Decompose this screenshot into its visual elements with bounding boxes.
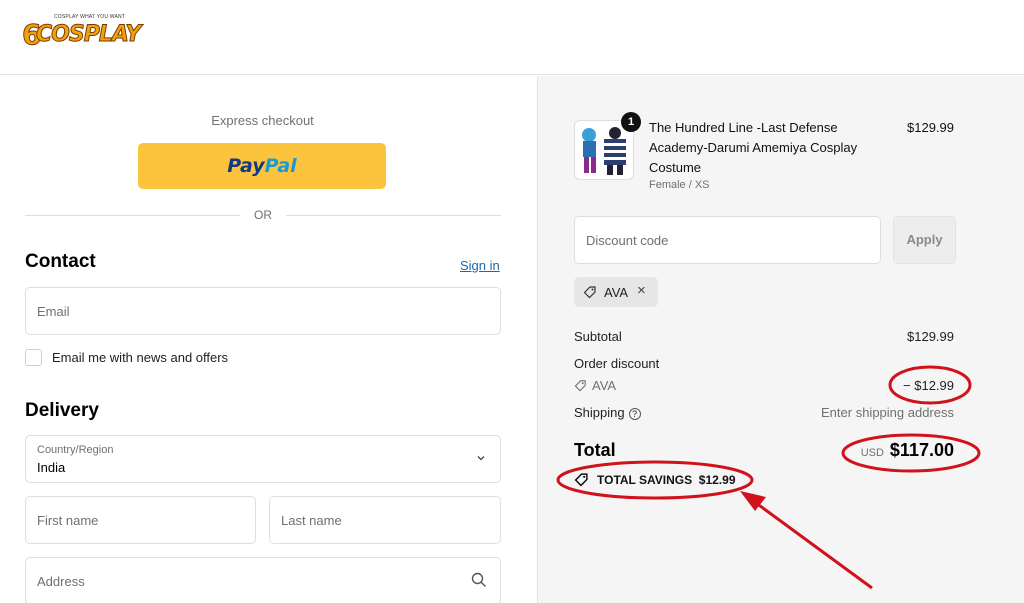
email-field[interactable]: Email [25,287,501,335]
divider-line [286,214,501,216]
tag-icon [574,473,588,487]
discount-placeholder: Discount code [586,233,669,248]
savings-text: TOTAL SAVINGS $12.99 [597,472,736,487]
applied-code-label: AVA [604,285,629,300]
tag-icon [574,380,586,392]
address-field[interactable]: Address [25,557,501,603]
last-name-field[interactable]: Last name [269,496,501,544]
logo-tagline: COSPLAY WHAT YOU WANT [54,14,126,20]
remove-code-icon[interactable]: × [637,282,646,299]
chevron-down-icon [476,452,486,466]
search-icon[interactable] [471,572,487,588]
site-header: 6 COSPLAY WHAT YOU WANT COSPLAY [0,0,1024,75]
apply-button[interactable]: Apply [893,216,956,264]
first-name-placeholder: First name [37,513,99,528]
order-discount-label: Order discount [574,356,660,371]
total-label: Total [574,440,616,460]
divider-line [25,214,240,216]
last-name-placeholder: Last name [281,513,342,528]
paypal-button[interactable]: Pay Pal [138,143,386,189]
order-summary-panel: 1 The Hundred Line -Last Defense Academy… [537,76,1024,603]
subtotal-value: $129.99 [907,329,954,344]
total-savings: TOTAL SAVINGS $12.99 [574,472,736,487]
total-amount: USD $117.00 [861,440,954,461]
site-logo[interactable]: 6 COSPLAY WHAT YOU WANT COSPLAY [21,14,141,54]
discount-code-input[interactable]: Discount code [574,216,881,264]
help-icon[interactable]: ? [628,408,641,420]
logo-wordmark: COSPLAY [35,22,141,48]
product-title: The Hundred Line -Last Defense Academy-D… [649,120,858,175]
shipping-value: Enter shipping address [821,405,954,420]
address-placeholder: Address [37,574,85,589]
shipping-row: Shipping? [574,405,641,420]
country-value: India [37,460,66,475]
shipping-label: Shipping [574,405,625,420]
email-placeholder: Email [37,304,70,319]
tag-icon [583,286,596,299]
first-name-field[interactable]: First name [25,496,256,544]
delivery-heading: Delivery [25,400,99,421]
paypal-logo-pay: Pay [227,155,265,177]
currency-code: USD [860,447,884,459]
or-label: OR [254,208,272,222]
newsletter-checkbox[interactable] [25,349,42,366]
discount-value: − $12.99 [903,378,954,393]
sign-in-link[interactable]: Sign in [460,258,500,273]
checkout-form-panel: Express checkout Pay Pal OR Contact Sign … [0,76,537,603]
newsletter-label: Email me with news and offers [52,350,229,365]
applied-code-chip: AVA × [574,277,658,307]
subtotal-label: Subtotal [574,329,622,344]
quantity-badge: 1 [621,112,641,132]
product-variant: Female / XS [649,179,710,191]
discount-code-row: AVA [574,378,616,393]
country-select[interactable]: Country/Region India [25,435,501,483]
total-value: $117.00 [889,440,954,460]
contact-heading: Contact [25,251,96,272]
or-divider: OR [25,207,501,223]
discount-code-name: AVA [592,378,617,393]
paypal-logo-pal: Pal [264,155,297,177]
product-price: $129.99 [907,120,954,135]
express-checkout-label: Express checkout [211,113,314,128]
country-label: Country/Region [37,444,114,456]
